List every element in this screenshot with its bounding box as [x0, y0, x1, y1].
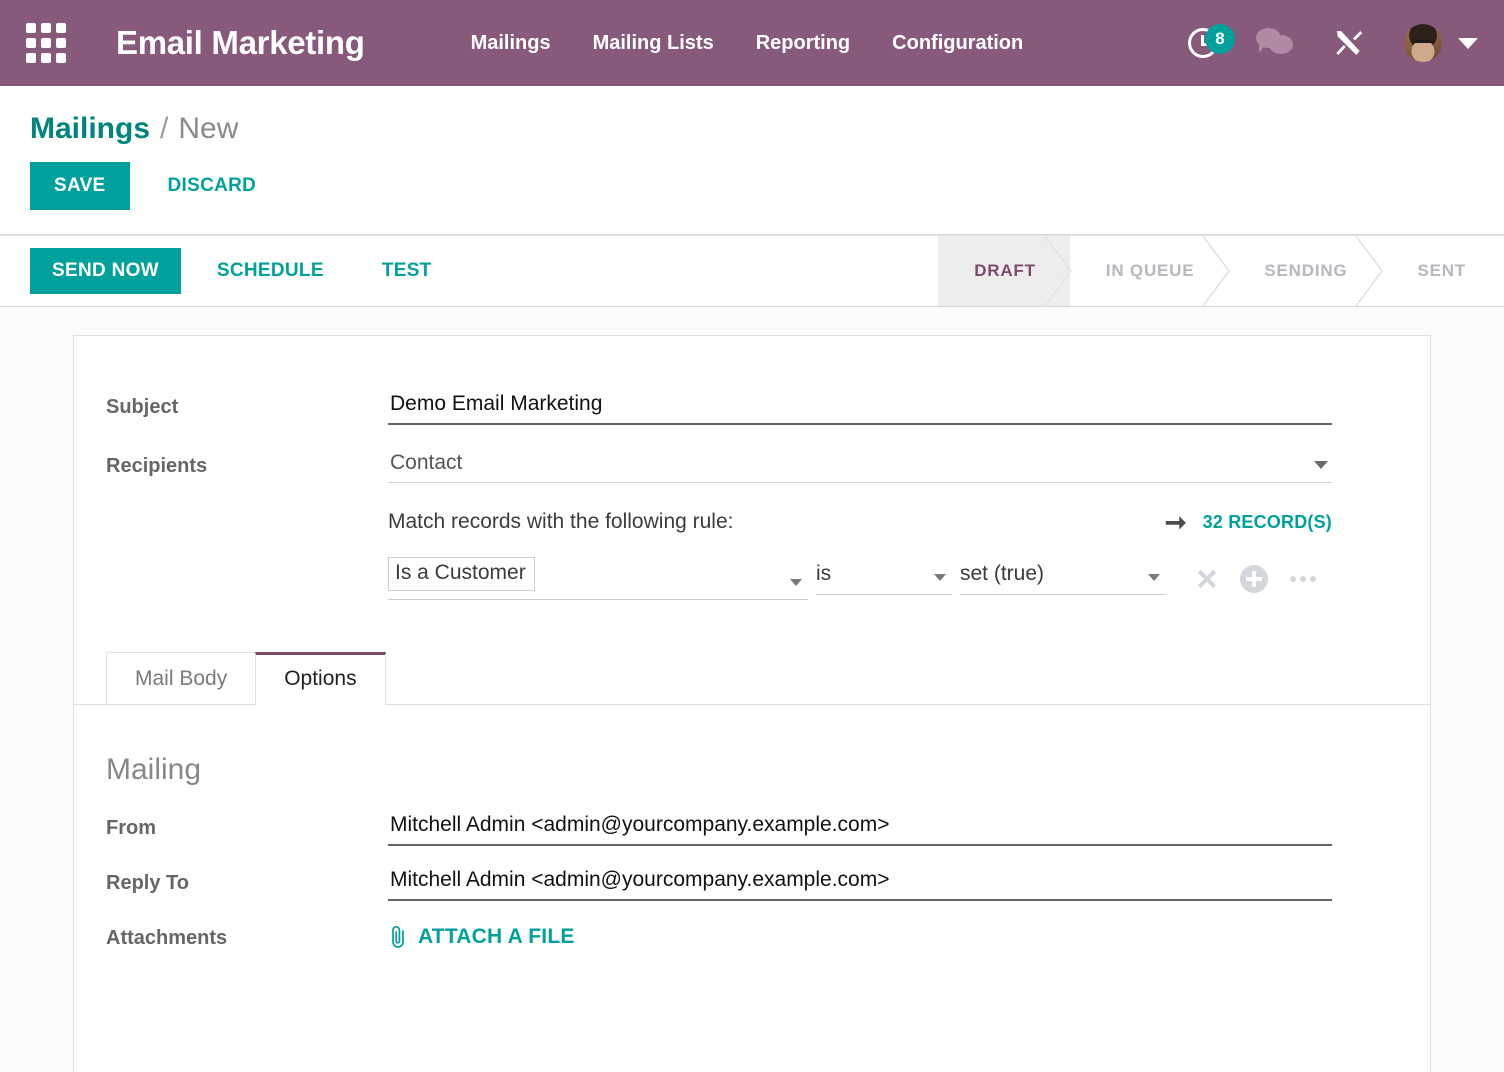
attachments-label: Attachments [106, 919, 388, 950]
mailing-action-buttons: SEND NOW SCHEDULE TEST [0, 236, 454, 306]
field-row-from: From [106, 809, 1430, 846]
avatar [1404, 24, 1442, 62]
domain-description: Match records with the following rule: [388, 510, 734, 534]
stage-in-queue[interactable]: IN QUEUE [1070, 236, 1229, 306]
stage-label: SENT [1417, 261, 1466, 281]
breadcrumb-current: New [178, 112, 238, 146]
field-row-recipients: Recipients Contact Match records with th… [74, 447, 1430, 600]
menu-item-reporting[interactable]: Reporting [756, 32, 850, 55]
field-row-subject: Subject [74, 388, 1430, 425]
stage-chevron-icon [1203, 236, 1229, 306]
breadcrumb: Mailings / New [0, 112, 1504, 146]
stage-draft[interactable]: DRAFT [938, 236, 1070, 306]
menu-item-mailings[interactable]: Mailings [471, 32, 551, 55]
stage-chevron-icon [1356, 236, 1382, 306]
recipients-select[interactable]: Contact [388, 447, 1332, 483]
section-title-mailing: Mailing [106, 753, 1430, 787]
apps-grid-cell [26, 38, 36, 48]
menu-item-mailing-lists[interactable]: Mailing Lists [593, 32, 714, 55]
domain-builder: Match records with the following rule: ➞… [388, 509, 1332, 600]
notebook: Mail Body Options Mailing From Reply To [74, 652, 1430, 954]
from-input[interactable] [388, 809, 1332, 846]
breadcrumb-root[interactable]: Mailings [30, 112, 150, 146]
rule-value-text: set (true) [960, 562, 1044, 585]
developer-tools-button[interactable] [1332, 27, 1366, 59]
ellipsis-icon[interactable] [1290, 576, 1316, 582]
stage-chevron-icon [1045, 236, 1071, 306]
rule-operator-value: is [816, 562, 831, 585]
recipients-label: Recipients [106, 447, 388, 478]
domain-header: Match records with the following rule: ➞… [388, 509, 1332, 535]
main-menu: Mailings Mailing Lists Reporting Configu… [471, 32, 1024, 55]
discard-button[interactable]: DISCARD [146, 162, 279, 210]
rule-value-select[interactable]: set (true) [960, 562, 1166, 595]
apps-grid-cell [56, 53, 66, 63]
arrow-right-icon: ➞ [1165, 509, 1187, 535]
messaging-menu-button[interactable] [1256, 28, 1294, 58]
chevron-down-icon [934, 574, 946, 581]
activity-menu-button[interactable]: 8 [1188, 28, 1218, 58]
record-count-label: 32 RECORD(S) [1203, 512, 1332, 533]
record-actions: SAVE DISCARD [0, 146, 1504, 234]
rule-operator-select[interactable]: is [816, 562, 952, 595]
close-icon[interactable] [1196, 568, 1218, 590]
apps-grid-cell [56, 38, 66, 48]
apps-grid-cell [56, 23, 66, 33]
apps-grid-cell [26, 53, 36, 63]
chevron-down-icon [1148, 574, 1160, 581]
app-brand-title[interactable]: Email Marketing [116, 24, 365, 62]
tab-options[interactable]: Options [255, 652, 385, 704]
options-tab-pane: Mailing From Reply To Attachments [74, 705, 1430, 954]
control-panel: Mailings / New SAVE DISCARD [0, 86, 1504, 235]
status-bar: DRAFT IN QUEUE SENDING SENT [938, 236, 1504, 306]
apps-grid-cell [41, 53, 51, 63]
stage-label: SENDING [1264, 261, 1347, 281]
activity-count-badge: 8 [1205, 24, 1235, 54]
paperclip-icon [388, 925, 408, 949]
field-row-reply-to: Reply To [106, 864, 1430, 901]
chevron-down-icon[interactable] [1458, 38, 1478, 49]
apps-menu-icon[interactable] [24, 21, 68, 65]
chevron-down-icon [790, 579, 802, 586]
schedule-button[interactable]: SCHEDULE [195, 248, 346, 294]
rule-actions [1196, 565, 1316, 593]
rule-field-value: Is a Customer [388, 557, 535, 591]
apps-grid-cell [41, 38, 51, 48]
chat-bubbles-icon [1256, 28, 1294, 58]
rule-field-select[interactable]: Is a Customer [388, 557, 808, 600]
top-navbar: Email Marketing Mailings Mailing Lists R… [0, 0, 1504, 86]
attach-a-file-label: ATTACH A FILE [418, 925, 575, 949]
send-now-button[interactable]: SEND NOW [30, 248, 181, 294]
apps-grid-cell [41, 23, 51, 33]
breadcrumb-separator: / [160, 112, 168, 146]
tools-icon [1332, 27, 1366, 59]
field-row-attachments: Attachments ATTACH A FILE [106, 919, 1430, 954]
stage-label: IN QUEUE [1106, 261, 1195, 281]
navbar-systray: 8 [1188, 24, 1478, 62]
action-status-bar: SEND NOW SCHEDULE TEST DRAFT IN QUEUE SE… [0, 235, 1504, 307]
form-sheet: Subject Recipients Contact Match records… [73, 335, 1431, 1072]
user-menu-button[interactable] [1404, 24, 1442, 62]
attach-a-file-button[interactable]: ATTACH A FILE [388, 919, 575, 949]
subject-input[interactable] [388, 388, 1332, 425]
from-label: From [106, 809, 388, 840]
tab-mail-body[interactable]: Mail Body [106, 652, 256, 704]
subject-label: Subject [106, 388, 388, 419]
save-button[interactable]: SAVE [30, 162, 130, 210]
stage-sending[interactable]: SENDING [1228, 236, 1381, 306]
plus-circle-icon[interactable] [1240, 565, 1268, 593]
reply-to-input[interactable] [388, 864, 1332, 901]
notebook-tabs: Mail Body Options [74, 652, 1430, 705]
domain-rule-row: Is a Customer is set (true) [388, 557, 1332, 600]
menu-item-configuration[interactable]: Configuration [892, 32, 1023, 55]
stage-sent[interactable]: SENT [1381, 236, 1504, 306]
apps-grid-cell [26, 23, 36, 33]
stage-label: DRAFT [974, 261, 1036, 281]
record-count-link[interactable]: ➞ 32 RECORD(S) [1165, 509, 1332, 535]
form-page-background: Subject Recipients Contact Match records… [0, 307, 1504, 1072]
reply-to-label: Reply To [106, 864, 388, 895]
test-button[interactable]: TEST [360, 248, 454, 294]
